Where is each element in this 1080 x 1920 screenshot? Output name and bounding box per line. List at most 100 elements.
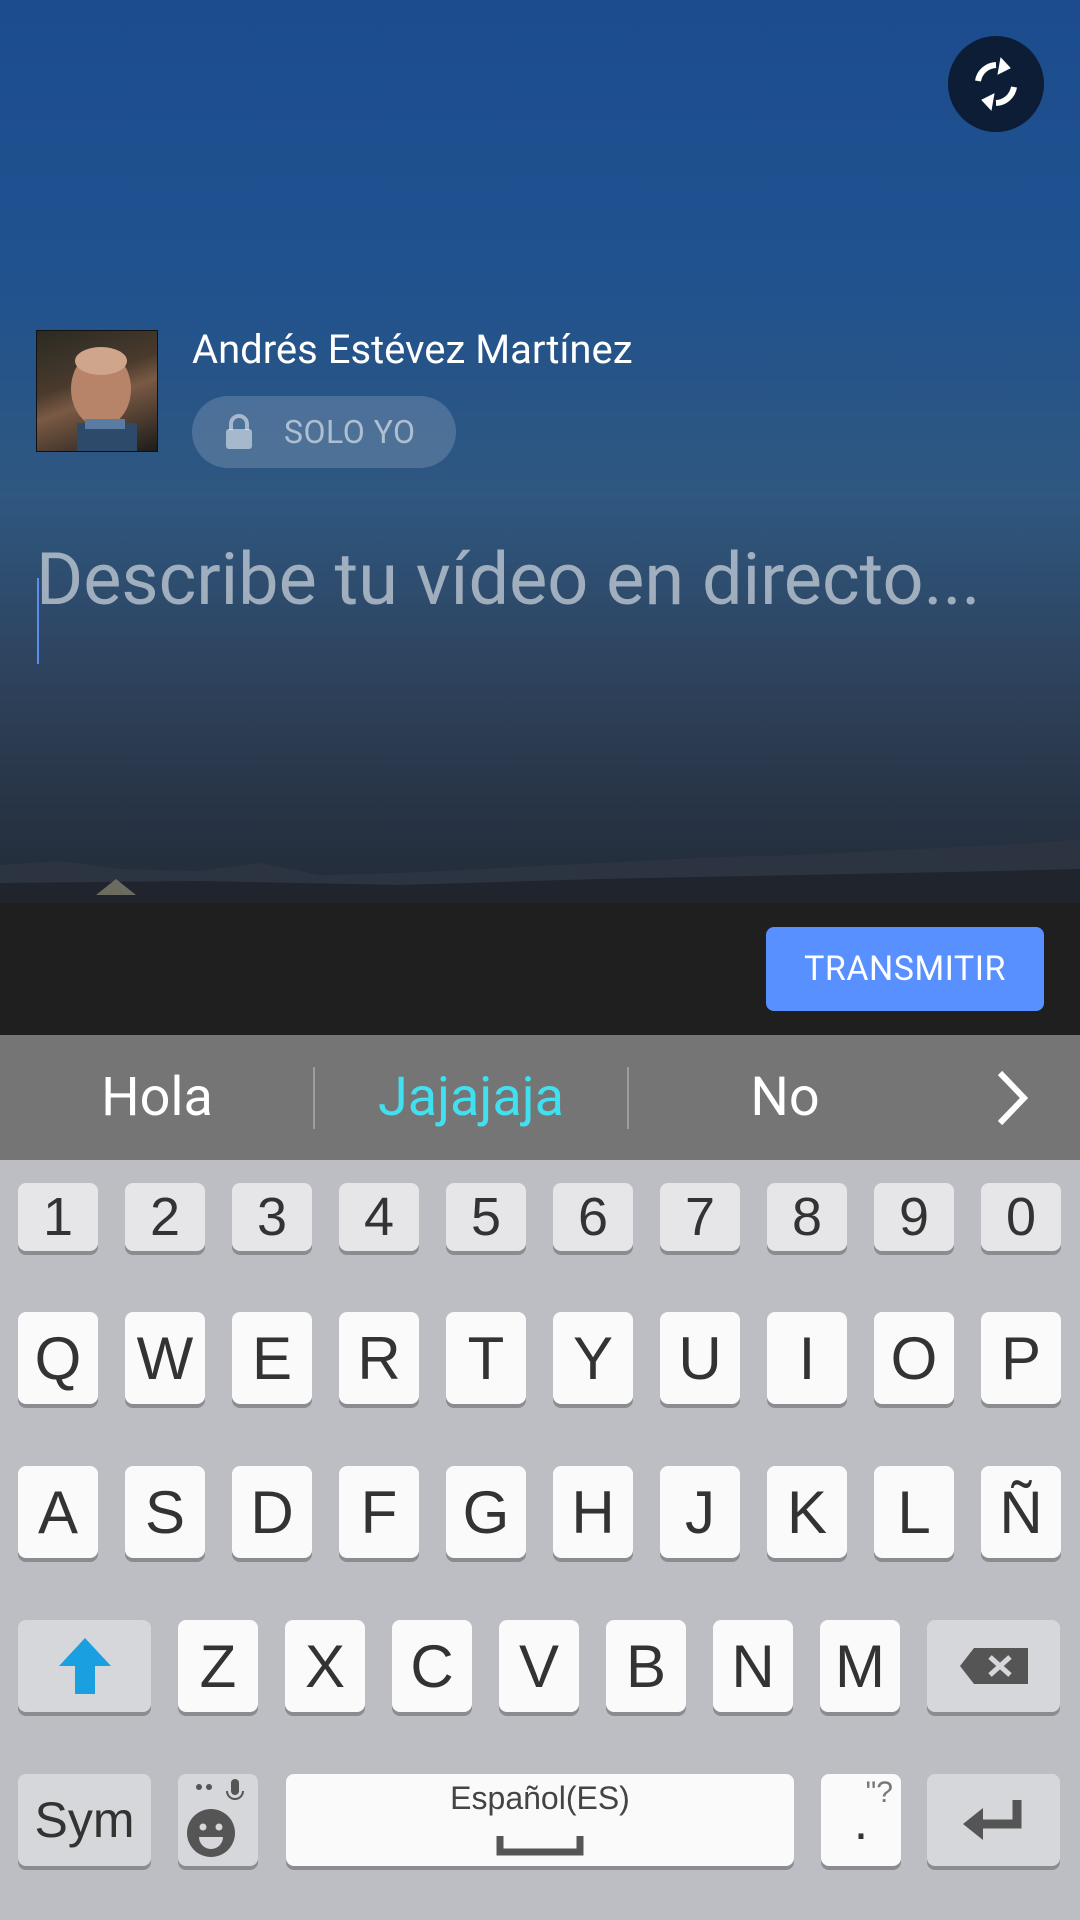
chevron-right-icon bbox=[997, 1070, 1029, 1126]
user-name: Andrés Estévez Martínez bbox=[192, 326, 633, 373]
key-6[interactable]: 6 bbox=[553, 1183, 633, 1251]
privacy-selector[interactable]: SOLO YO bbox=[192, 396, 456, 468]
key-p[interactable]: P bbox=[981, 1312, 1061, 1404]
backspace-key[interactable] bbox=[927, 1620, 1060, 1712]
space-key[interactable]: Español(ES) bbox=[286, 1774, 794, 1866]
key-q[interactable]: Q bbox=[18, 1312, 98, 1404]
key-label: B bbox=[625, 1632, 667, 1700]
key-label: 6 bbox=[577, 1187, 609, 1247]
key-h[interactable]: H bbox=[553, 1466, 633, 1558]
key-label: Y bbox=[572, 1324, 614, 1392]
key-label: D bbox=[250, 1478, 294, 1546]
key-label: 8 bbox=[791, 1187, 823, 1247]
key-label: P bbox=[1000, 1324, 1042, 1392]
camera-preview bbox=[0, 0, 1080, 903]
key-label: C bbox=[410, 1632, 454, 1700]
suggestion-item[interactable]: Hola bbox=[0, 1035, 314, 1160]
space-language-label: Español(ES) bbox=[450, 1780, 630, 1816]
key-u[interactable]: U bbox=[660, 1312, 740, 1404]
key-v[interactable]: V bbox=[499, 1620, 579, 1712]
punctuation-key[interactable]: "?. bbox=[821, 1774, 901, 1866]
key-0[interactable]: 0 bbox=[981, 1183, 1061, 1251]
key-i[interactable]: I bbox=[767, 1312, 847, 1404]
key-j[interactable]: J bbox=[660, 1466, 740, 1558]
key-l[interactable]: L bbox=[874, 1466, 954, 1558]
key-7[interactable]: 7 bbox=[660, 1183, 740, 1251]
key-b[interactable]: B bbox=[606, 1620, 686, 1712]
shift-key[interactable] bbox=[18, 1620, 151, 1712]
more-suggestions-button[interactable] bbox=[992, 1069, 1032, 1127]
text-caret bbox=[37, 578, 39, 664]
description-input[interactable]: Describe tu vídeo en directo... bbox=[36, 536, 996, 624]
key-n[interactable]: N bbox=[713, 1620, 793, 1712]
flip-camera-button[interactable] bbox=[948, 36, 1044, 132]
key-label: E bbox=[251, 1324, 293, 1392]
key-f[interactable]: F bbox=[339, 1466, 419, 1558]
key-w[interactable]: W bbox=[125, 1312, 205, 1404]
key-label: L bbox=[897, 1478, 931, 1546]
key-label: G bbox=[462, 1478, 510, 1546]
key-label: M bbox=[835, 1632, 885, 1700]
key-y[interactable]: Y bbox=[553, 1312, 633, 1404]
key-label: 3 bbox=[256, 1187, 288, 1247]
key-t[interactable]: T bbox=[446, 1312, 526, 1404]
key-label: 5 bbox=[470, 1187, 502, 1247]
landscape-silhouette bbox=[0, 839, 1080, 903]
suggestion-item[interactable]: No bbox=[628, 1035, 942, 1160]
avatar bbox=[36, 330, 158, 452]
key-k[interactable]: K bbox=[767, 1466, 847, 1558]
suggestion-item-highlighted[interactable]: Jajajaja bbox=[314, 1035, 628, 1160]
key-label: N bbox=[731, 1632, 775, 1700]
profile-photo bbox=[71, 347, 137, 451]
key-label: 2 bbox=[149, 1187, 181, 1247]
key-c[interactable]: C bbox=[392, 1620, 472, 1712]
flip-camera-icon bbox=[975, 57, 1017, 111]
key-o[interactable]: O bbox=[874, 1312, 954, 1404]
key-m[interactable]: M bbox=[820, 1620, 900, 1712]
key-x[interactable]: X bbox=[285, 1620, 365, 1712]
key-label: Z bbox=[199, 1632, 237, 1700]
key-label: K bbox=[786, 1478, 828, 1546]
key-label: Sym bbox=[34, 1792, 135, 1848]
key-z[interactable]: Z bbox=[178, 1620, 258, 1712]
key-label: W bbox=[136, 1324, 194, 1392]
key-8[interactable]: 8 bbox=[767, 1183, 847, 1251]
sym-key[interactable]: Sym bbox=[18, 1774, 151, 1866]
key-g[interactable]: G bbox=[446, 1466, 526, 1558]
key-label: T bbox=[467, 1324, 505, 1392]
suggestion-strip: Hola Jajajaja No bbox=[0, 1035, 1080, 1160]
key-label: F bbox=[360, 1478, 398, 1546]
shift-arrow-icon bbox=[58, 1638, 111, 1694]
key-3[interactable]: 3 bbox=[232, 1183, 312, 1251]
key-5[interactable]: 5 bbox=[446, 1183, 526, 1251]
key-ñ[interactable]: Ñ bbox=[981, 1466, 1061, 1558]
key-label: Ñ bbox=[999, 1478, 1043, 1546]
enter-key[interactable] bbox=[927, 1774, 1060, 1866]
go-live-button[interactable]: TRANSMITIR bbox=[766, 927, 1044, 1011]
key-r[interactable]: R bbox=[339, 1312, 419, 1404]
key-1[interactable]: 1 bbox=[18, 1183, 98, 1251]
space-bar-icon bbox=[496, 1836, 584, 1856]
key-4[interactable]: 4 bbox=[339, 1183, 419, 1251]
key-label: O bbox=[890, 1324, 938, 1392]
lock-icon bbox=[226, 414, 252, 449]
privacy-label: SOLO YO bbox=[284, 413, 416, 451]
key-label: S bbox=[144, 1478, 186, 1546]
key-label: H bbox=[571, 1478, 615, 1546]
backspace-icon bbox=[959, 1648, 1028, 1684]
key-d[interactable]: D bbox=[232, 1466, 312, 1558]
key-a[interactable]: A bbox=[18, 1466, 98, 1558]
key-label: A bbox=[37, 1478, 79, 1546]
key-e[interactable]: E bbox=[232, 1312, 312, 1404]
key-2[interactable]: 2 bbox=[125, 1183, 205, 1251]
enter-arrow-icon bbox=[962, 1800, 1021, 1840]
key-label: I bbox=[798, 1324, 816, 1392]
key-label: V bbox=[518, 1632, 560, 1700]
key-9[interactable]: 9 bbox=[874, 1183, 954, 1251]
key-label: 0 bbox=[1005, 1187, 1037, 1247]
key-s[interactable]: S bbox=[125, 1466, 205, 1558]
key-label: X bbox=[304, 1632, 346, 1700]
key-label: 7 bbox=[684, 1187, 716, 1247]
emoji-mic-key[interactable] bbox=[178, 1774, 258, 1866]
key-label: R bbox=[357, 1324, 401, 1392]
